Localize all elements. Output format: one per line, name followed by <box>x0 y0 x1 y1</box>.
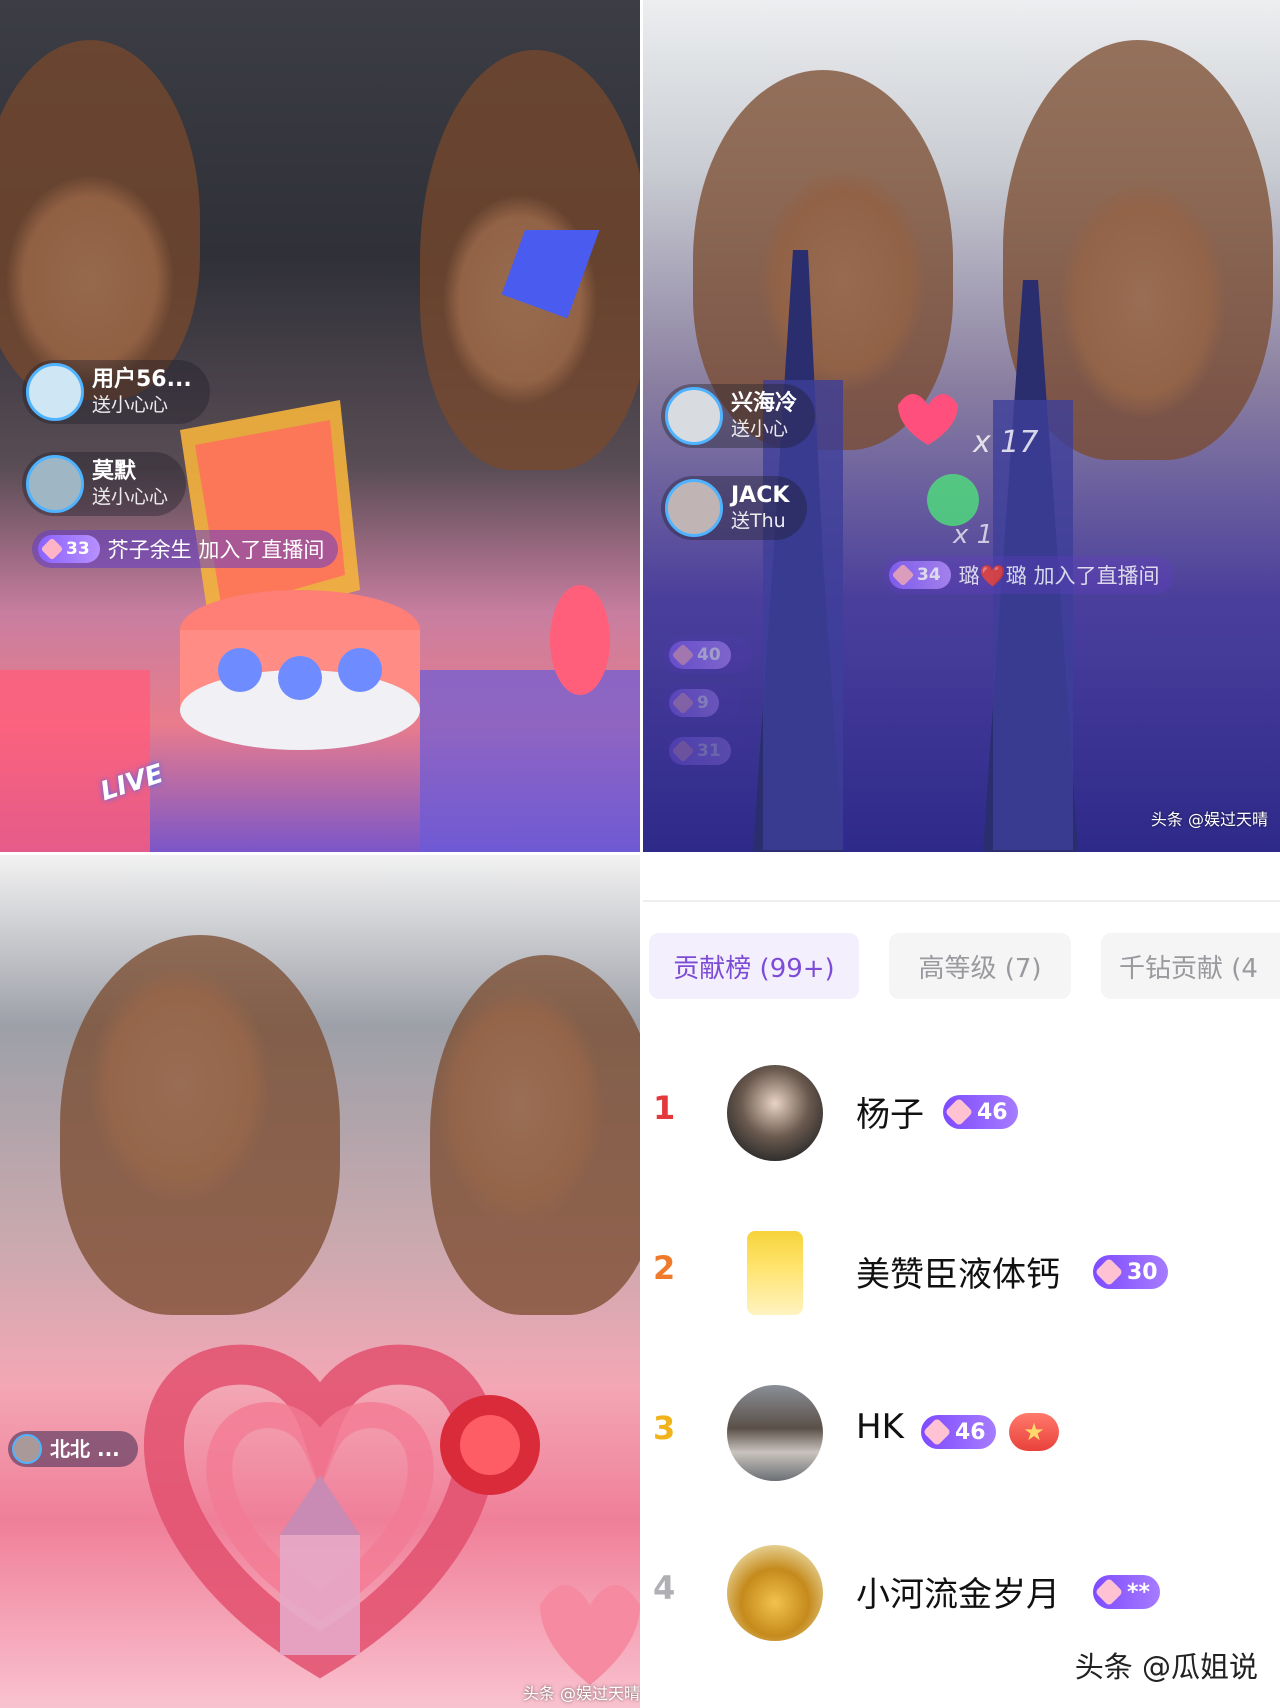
user-level-badge: 46 <box>921 1415 996 1449</box>
gift-sender-name: 莫默 <box>92 459 137 485</box>
user-avatar <box>26 455 84 513</box>
join-notice: 34 璐❤️璐 加入了直播间 <box>883 556 1174 594</box>
combo-count: x 17 <box>973 425 1039 460</box>
user-level-badge: 9 <box>669 689 719 717</box>
join-notice: 33 芥子余生 加入了直播间 <box>32 530 339 568</box>
gem-icon <box>1094 1257 1124 1287</box>
tab-high-level[interactable]: 高等级 (7) <box>889 933 1071 999</box>
join-text: 芥子余生 加入了直播间 <box>107 538 325 562</box>
tab-contribution-list[interactable]: 贡献榜 (99+) <box>649 933 859 999</box>
gift-action: 送小心心 <box>92 485 169 508</box>
user-name: HK <box>856 1407 904 1447</box>
user-name: 美赞臣液体钙 <box>856 1255 1060 1295</box>
user-avatar <box>26 363 84 421</box>
watermark: 头条 @瓜姐说 <box>1074 1650 1258 1684</box>
user-name: 杨子 <box>856 1095 924 1135</box>
user-level-badge: 31 <box>669 737 731 765</box>
gem-icon <box>40 537 64 561</box>
gift-comment[interactable]: 兴海冷 送小心 <box>661 384 816 448</box>
gem-icon <box>922 1417 952 1447</box>
star-badge-icon: ★ <box>1009 1413 1059 1451</box>
user-avatar <box>747 1231 803 1315</box>
faded-comment: 9 <box>663 684 741 722</box>
gift-comment[interactable]: 莫默 送小心心 <box>22 452 187 516</box>
faded-comment: 31 <box>663 732 753 770</box>
gift-sender-name: 北北 ... <box>50 1436 120 1461</box>
gem-icon <box>671 643 695 667</box>
streamer-hair-right <box>430 955 640 1315</box>
user-level-badge: ** <box>1093 1575 1161 1609</box>
live-stream-panel-2: x 17 x 1 兴海冷 送小心 JACK 送Thu 34 璐❤️璐 加入了直播… <box>643 0 1280 852</box>
ranking-row[interactable]: 2 美赞臣液体钙 30 <box>643 1217 1280 1327</box>
gem-icon <box>944 1097 974 1127</box>
combo-count: x 1 <box>953 520 994 550</box>
contribution-ranking-panel: 贡献榜 (99+) 高等级 (7) 千钻贡献 (4 1 杨子 46 2 美赞臣液… <box>643 855 1280 1708</box>
tab-diamond-contribution[interactable]: 千钻贡献 (4 <box>1101 933 1280 999</box>
watermark: 头条 @娱过天晴 <box>522 1684 640 1703</box>
user-avatar <box>727 1385 823 1481</box>
join-text: 璐❤️璐 加入了直播间 <box>958 564 1160 588</box>
user-avatar <box>665 387 723 445</box>
gem-icon <box>891 563 915 587</box>
user-level-badge: 46 <box>943 1095 1018 1129</box>
user-level-badge: 33 <box>38 535 100 563</box>
user-avatar <box>727 1065 823 1161</box>
gem-icon <box>671 739 695 763</box>
live-stream-panel-3: 北北 ... 头条 @娱过天晴 <box>0 855 640 1708</box>
gem-icon <box>1094 1577 1124 1607</box>
gift-sender-name: 兴海冷 <box>731 391 798 417</box>
rank-number: 1 <box>653 1089 676 1127</box>
divider <box>643 900 1280 902</box>
user-level-badge: 40 <box>669 641 731 669</box>
ranking-row[interactable]: 3 HK 46 ★ <box>643 1377 1280 1487</box>
user-level-badge: 34 <box>889 561 951 589</box>
product-can-icon <box>747 1231 803 1315</box>
rank-number: 2 <box>653 1249 676 1287</box>
user-avatar <box>12 1434 42 1464</box>
gift-sender-name: JACK <box>731 483 790 509</box>
gem-icon <box>671 691 695 715</box>
user-level-badge: 30 <box>1093 1255 1168 1289</box>
rank-number: 4 <box>653 1569 676 1607</box>
gift-comment[interactable]: 用户56... 送小心心 <box>22 360 210 424</box>
gift-comment[interactable]: JACK 送Thu <box>661 476 808 540</box>
user-name: 小河流金岁月 <box>856 1575 1060 1615</box>
ranking-row[interactable]: 4 小河流金岁月 ** <box>643 1537 1280 1647</box>
gift-action: 送小心 <box>731 417 789 440</box>
live-stream-panel-1: LIVE 用户56... 送小心心 莫默 送小心心 33 芥子余生 加入了直播间 <box>0 0 640 852</box>
gift-sender-name: 用户56... <box>92 367 192 393</box>
user-avatar <box>665 479 723 537</box>
user-avatar <box>727 1545 823 1641</box>
gift-comment[interactable]: 北北 ... <box>8 1431 138 1467</box>
gift-action: 送小心心 <box>92 393 169 416</box>
watermark: 头条 @娱过天晴 <box>1150 810 1268 829</box>
rank-number: 3 <box>653 1409 676 1447</box>
ranking-row[interactable]: 1 杨子 46 <box>643 1057 1280 1167</box>
streamer-hair-left <box>60 935 340 1315</box>
heart-castle-gift-animation <box>143 1344 640 1685</box>
gift-action: 送Thu <box>731 509 786 532</box>
faded-comment: 40 <box>663 636 753 674</box>
